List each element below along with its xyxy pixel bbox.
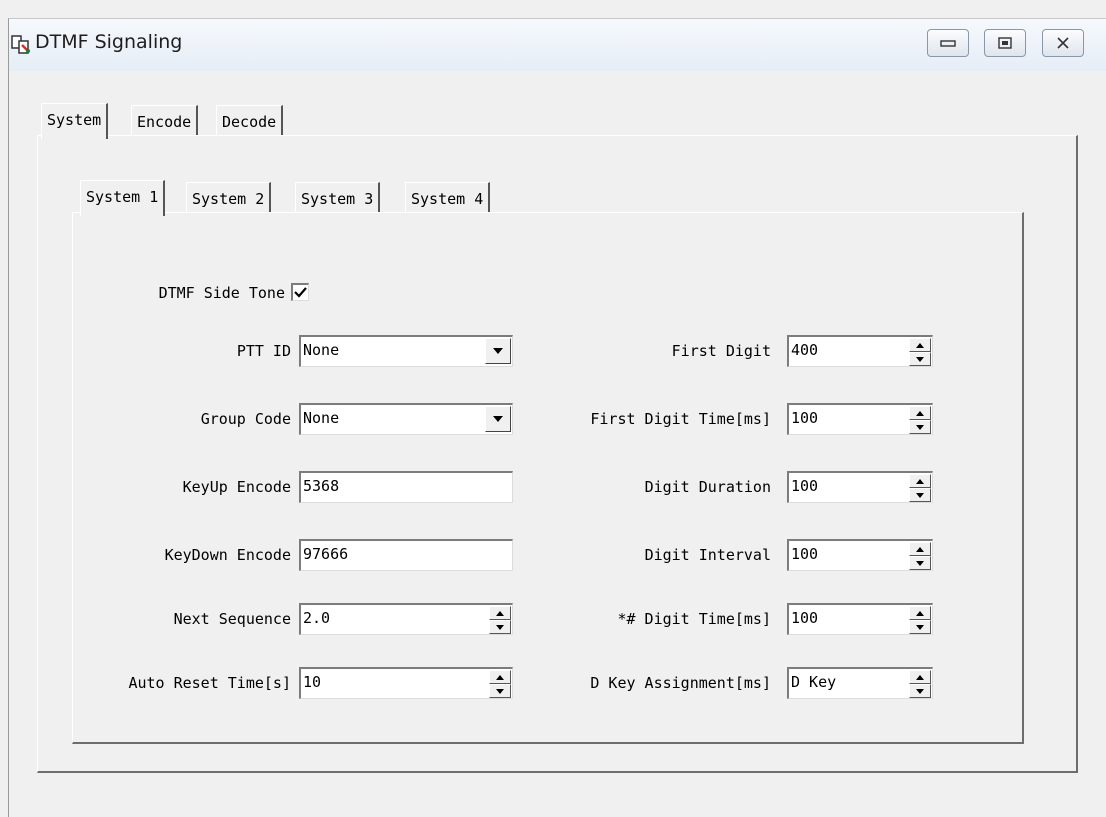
maximize-button[interactable] [984,29,1026,57]
minimize-button[interactable] [927,29,969,57]
spin-down-icon [496,688,504,694]
system-1-panel: DTMF Side Tone PTT ID None Group Code No… [72,212,1024,744]
tab-system[interactable]: System [41,103,109,139]
next-sequence-spinner[interactable]: 2.0 [299,603,513,635]
spin-up-icon [916,478,924,484]
spin-up-icon [916,410,924,416]
spin-up-icon [496,610,504,616]
next-sequence-label: Next Sequence [173,610,291,628]
minimize-icon [940,40,956,47]
spin-down-icon [916,424,924,430]
auto-reset-time-up-button[interactable] [489,670,511,684]
close-icon [1057,37,1069,49]
spin-down-icon [916,492,924,498]
dtmf-signaling-window: DTMF Signaling System Encode Decode Syst… [8,18,1106,817]
first-digit-time-up-button[interactable] [909,406,931,420]
first-digit-up-button[interactable] [909,338,931,352]
group-code-select[interactable]: None [299,403,513,435]
tab-system-1[interactable]: System 1 [80,180,166,216]
tab-system-3[interactable]: System 3 [295,182,381,216]
close-button[interactable] [1042,29,1084,57]
ptt-id-dropdown-button[interactable] [485,338,511,364]
tab-encode[interactable]: Encode [131,105,199,139]
spin-down-icon [916,624,924,630]
title-bar[interactable]: DTMF Signaling [9,19,1106,71]
digit-duration-spinner[interactable]: 100 [787,471,933,503]
star-hash-digit-time-label: *# Digit Time[ms] [617,610,771,628]
digit-duration-down-button[interactable] [909,488,931,502]
group-code-label: Group Code [200,410,291,428]
d-key-assignment-down-button[interactable] [909,684,931,698]
first-digit-down-button[interactable] [909,352,931,366]
tab-system-2[interactable]: System 2 [186,182,272,216]
dtmf-app-icon [11,35,30,54]
chevron-down-icon [493,416,503,422]
keyup-encode-label: KeyUp Encode [182,478,291,496]
chevron-down-icon [493,348,503,354]
digit-interval-spinner[interactable]: 100 [787,539,933,571]
next-sequence-down-button[interactable] [489,620,511,634]
star-hash-digit-time-spinner[interactable]: 100 [787,603,933,635]
digit-interval-label: Digit Interval [644,546,771,564]
system-tab-panel: System 1 System 2 System 3 System 4 DTMF… [37,135,1078,773]
star-hash-digit-time-up-button[interactable] [909,606,931,620]
spin-up-icon [916,546,924,552]
spin-up-icon [916,342,924,348]
checkmark-icon [294,287,307,298]
d-key-assignment-up-button[interactable] [909,670,931,684]
d-key-assignment-label: D Key Assignment[ms] [590,674,771,692]
digit-duration-label: Digit Duration [644,478,771,496]
first-digit-time-spinner[interactable]: 100 [787,403,933,435]
tab-system-4[interactable]: System 4 [405,182,491,216]
digit-duration-up-button[interactable] [909,474,931,488]
star-hash-digit-time-down-button[interactable] [909,620,931,634]
spin-down-icon [916,560,924,566]
next-sequence-up-button[interactable] [489,606,511,620]
first-digit-time-label: First Digit Time[ms] [590,410,771,428]
spin-up-icon [916,674,924,680]
auto-reset-time-down-button[interactable] [489,684,511,698]
digit-interval-up-button[interactable] [909,542,931,556]
auto-reset-time-spinner[interactable]: 10 [299,667,513,699]
ptt-id-label: PTT ID [236,342,291,360]
spin-up-icon [916,610,924,616]
first-digit-time-down-button[interactable] [909,420,931,434]
first-digit-spinner[interactable]: 400 [787,335,933,367]
maximize-icon [998,37,1012,49]
keydown-encode-input[interactable]: 97666 [299,539,513,571]
spin-down-icon [496,624,504,630]
dtmf-side-tone-checkbox[interactable] [291,283,309,301]
auto-reset-time-label: Auto Reset Time[s] [128,674,291,692]
group-code-dropdown-button[interactable] [485,406,511,432]
d-key-assignment-spinner[interactable]: D Key [787,667,933,699]
ptt-id-select[interactable]: None [299,335,513,367]
spin-down-icon [916,688,924,694]
spin-down-icon [916,356,924,362]
keyup-encode-input[interactable]: 5368 [299,471,513,503]
dtmf-side-tone-label: DTMF Side Tone [158,284,285,302]
first-digit-label: First Digit [671,342,771,360]
window-title: DTMF Signaling [35,31,183,53]
keydown-encode-label: KeyDown Encode [164,546,291,564]
digit-interval-down-button[interactable] [909,556,931,570]
spin-up-icon [496,674,504,680]
tab-decode[interactable]: Decode [216,105,284,139]
